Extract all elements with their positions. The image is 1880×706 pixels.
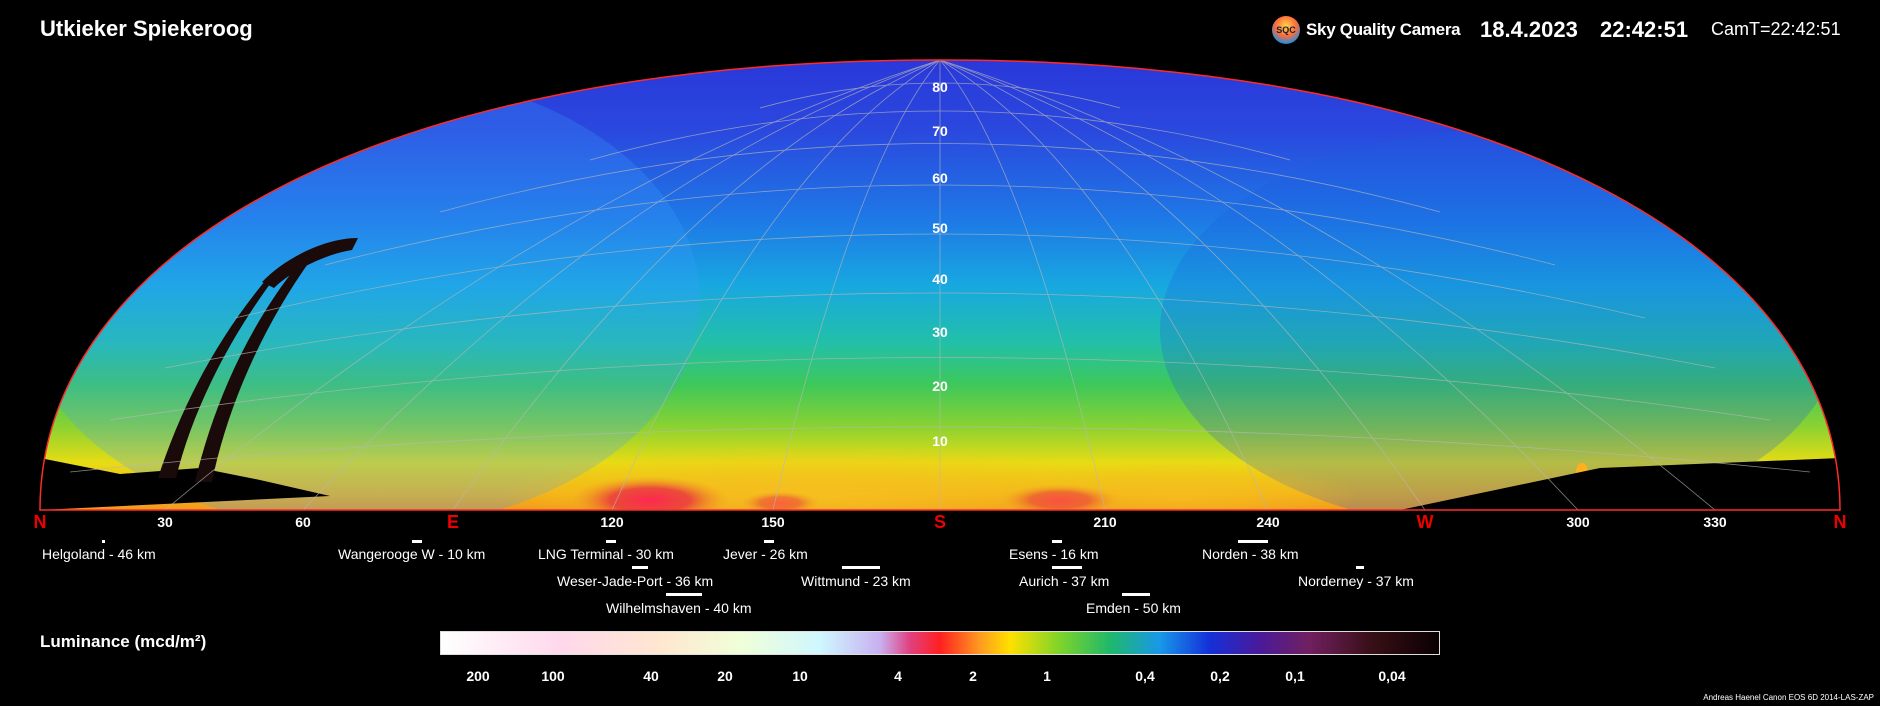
scale-label: 4	[894, 668, 902, 684]
location-marker	[412, 540, 422, 543]
azimuth-label-north: N	[1833, 512, 1847, 532]
location-marker	[1052, 540, 1062, 543]
altitude-label: 20	[932, 378, 948, 394]
azimuth-label: 210	[1093, 514, 1117, 530]
azimuth-label-north: N	[33, 512, 47, 532]
altitude-label: 10	[932, 433, 948, 449]
location-label: Wittmund - 23 km	[801, 573, 911, 589]
location-marker	[666, 593, 702, 596]
altitude-label: 30	[932, 324, 948, 340]
location-label: Weser-Jade-Port - 36 km	[557, 573, 714, 589]
scale-label: 20	[717, 668, 733, 684]
azimuth-label: 240	[1256, 514, 1280, 530]
azimuth-label-west: W	[1416, 512, 1434, 532]
scale-label: 200	[466, 668, 490, 684]
location-marker	[764, 540, 774, 543]
scale-label: 0,1	[1285, 668, 1305, 684]
azimuth-label: 30	[157, 514, 173, 530]
altitude-label: 50	[932, 220, 948, 236]
location-marker	[102, 540, 105, 543]
location-label: Helgoland - 46 km	[42, 546, 156, 562]
location-marker	[632, 566, 648, 569]
location-label: Norderney - 37 km	[1298, 573, 1414, 589]
azimuth-label: 150	[761, 514, 785, 530]
azimuth-label: 120	[600, 514, 624, 530]
location-label: LNG Terminal - 30 km	[538, 546, 674, 562]
location-marker	[1238, 540, 1268, 543]
location-marker	[606, 540, 616, 543]
altitude-label: 80	[932, 79, 948, 95]
azimuth-label-south: S	[933, 512, 947, 532]
location-label: Wangerooge W - 10 km	[338, 546, 486, 562]
azimuth-label: 300	[1566, 514, 1590, 530]
location-marker	[842, 566, 880, 569]
scale-label: 0,2	[1210, 668, 1230, 684]
scale-label: 2	[969, 668, 977, 684]
scale-label: 0,04	[1378, 668, 1406, 684]
azimuth-label: 330	[1703, 514, 1727, 530]
scale-label: 40	[643, 668, 659, 684]
location-marker	[1052, 566, 1082, 569]
luminance-color-scale	[440, 631, 1440, 655]
location-marker	[1356, 566, 1364, 569]
altitude-label: 40	[932, 271, 948, 287]
azimuth-label: 60	[295, 514, 311, 530]
azimuth-label-east: E	[446, 512, 460, 532]
location-label: Esens - 16 km	[1009, 546, 1099, 562]
credits: Andreas Haenel Canon EOS 6D 2014-LAS-ZAP	[1703, 693, 1874, 702]
altitude-label: 60	[932, 170, 948, 186]
location-label: Wilhelmshaven - 40 km	[606, 600, 752, 616]
scale-label: 100	[541, 668, 565, 684]
location-label: Aurich - 37 km	[1019, 573, 1110, 589]
location-label: Emden - 50 km	[1086, 600, 1181, 616]
scale-label: 1	[1043, 668, 1051, 684]
altitude-label: 70	[932, 123, 948, 139]
luminance-legend-title: Luminance (mcd/m²)	[40, 632, 207, 651]
location-label: Norden - 38 km	[1202, 546, 1299, 562]
location-label: Jever - 26 km	[723, 546, 808, 562]
location-marker	[1122, 593, 1150, 596]
scale-label: 10	[792, 668, 808, 684]
scale-label: 0,4	[1135, 668, 1155, 684]
